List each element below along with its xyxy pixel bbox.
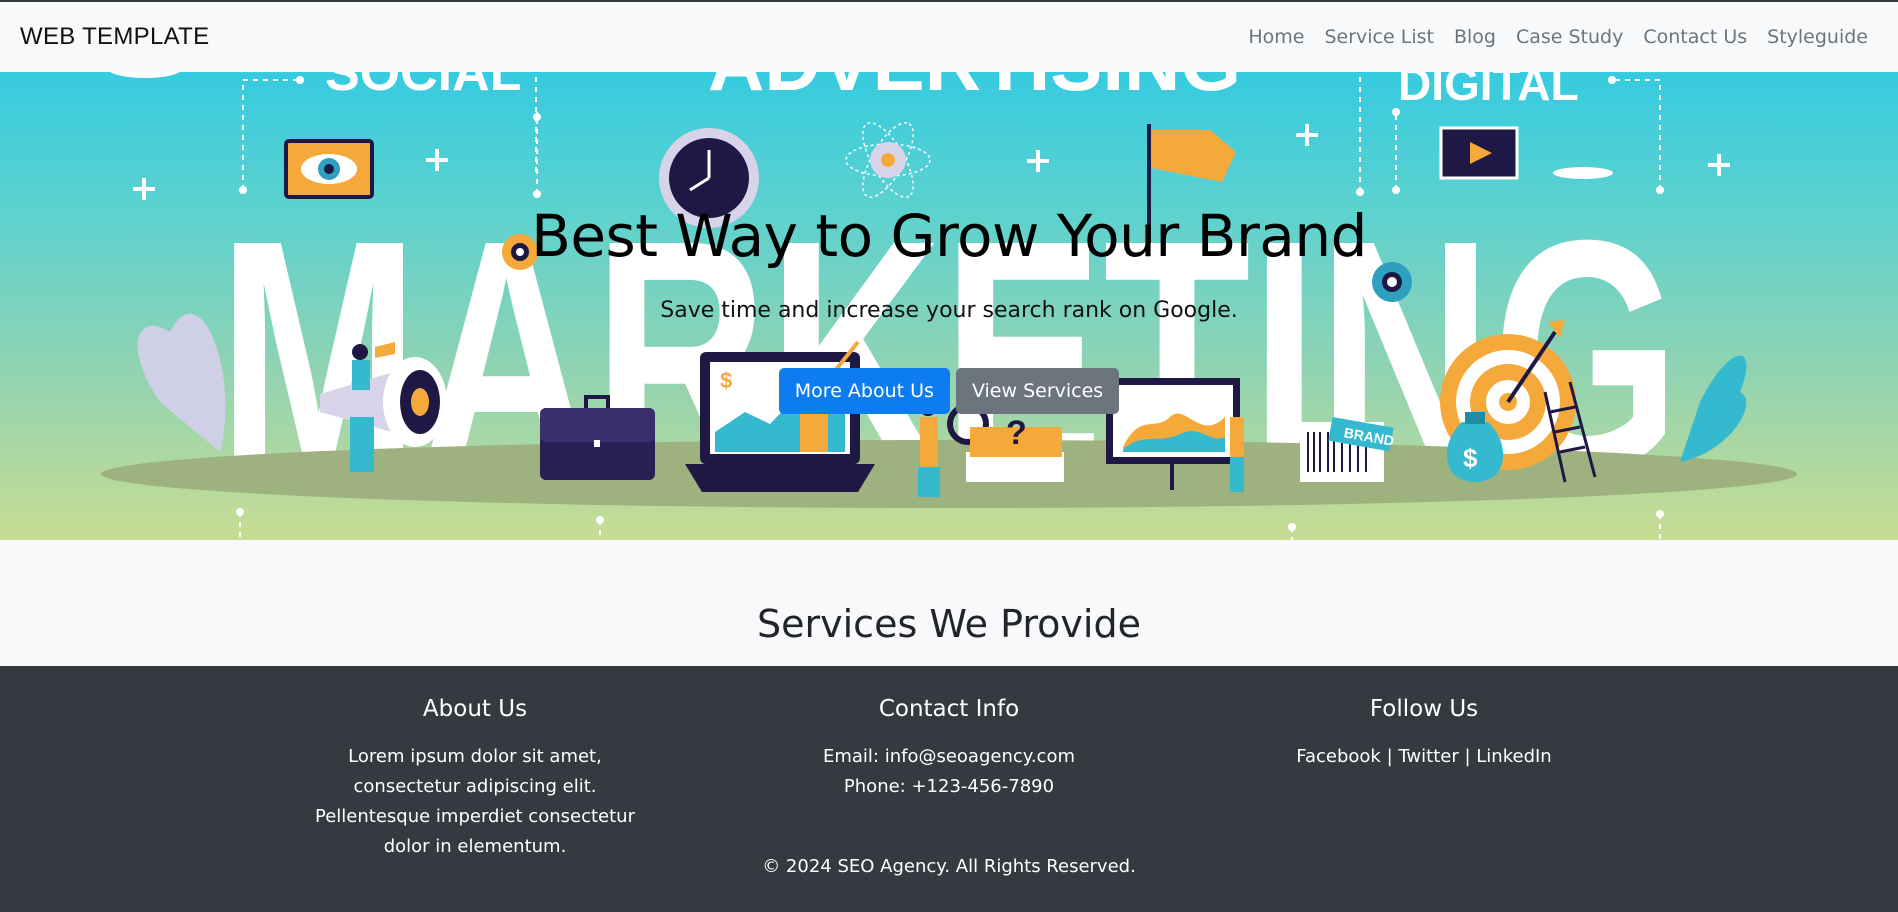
footer-about-heading: About Us: [422, 696, 528, 722]
footer-contact-phone: Phone: +123-456-7890: [843, 776, 1055, 797]
nav-link-contact-us[interactable]: Contact Us: [1633, 26, 1757, 48]
twitter-link[interactable]: Twitter: [1398, 746, 1458, 767]
footer: About Us Lorem ipsum dolor sit amet, con…: [0, 666, 1898, 912]
footer-about-text: Lorem ipsum dolor sit amet, consectetur …: [315, 746, 635, 857]
hero-content: Best Way to Grow Your Brand Save time an…: [0, 72, 1898, 540]
nav-link-styleguide[interactable]: Styleguide: [1757, 26, 1878, 48]
navbar: WEB TEMPLATE Home Service List Blog Case…: [0, 2, 1898, 72]
nav-link-home[interactable]: Home: [1238, 26, 1314, 48]
footer-contact-email: Email: info@seoagency.com: [822, 746, 1076, 767]
nav-link-case-study[interactable]: Case Study: [1506, 26, 1633, 48]
separator: |: [1386, 746, 1393, 767]
footer-follow-heading: Follow Us: [1369, 696, 1479, 722]
view-services-button[interactable]: View Services: [955, 368, 1120, 414]
linkedin-link[interactable]: LinkedIn: [1476, 746, 1551, 767]
hero-subtitle: Save time and increase your search rank …: [660, 298, 1238, 323]
brand-logo[interactable]: WEB TEMPLATE: [20, 23, 209, 51]
footer-contact-column: Contact Info Email: info@seoagency.com P…: [739, 696, 1159, 802]
hero-title: Best Way to Grow Your Brand: [531, 202, 1367, 270]
footer-about-column: About Us Lorem ipsum dolor sit amet, con…: [265, 696, 685, 862]
separator: |: [1464, 746, 1471, 767]
services-section: Services We Provide: [0, 540, 1898, 666]
nav-link-blog[interactable]: Blog: [1444, 26, 1506, 48]
footer-follow-column: Follow Us Facebook | Twitter | LinkedIn: [1214, 696, 1634, 772]
hero-section: SOCIAL ADVERTISING DIGITAL: [0, 72, 1898, 540]
footer-contact-heading: Contact Info: [878, 696, 1020, 722]
nav-link-service-list[interactable]: Service List: [1314, 26, 1443, 48]
footer-social-links: Facebook | Twitter | LinkedIn: [1214, 742, 1634, 772]
facebook-link[interactable]: Facebook: [1296, 746, 1381, 767]
nav-links: Home Service List Blog Case Study Contac…: [1238, 26, 1878, 48]
copyright-text: © 2024 SEO Agency. All Rights Reserved.: [762, 856, 1136, 877]
hero-buttons: More About Us View Services: [0, 368, 1898, 414]
services-heading: Services We Provide: [757, 602, 1141, 646]
more-about-us-button[interactable]: More About Us: [778, 368, 950, 414]
